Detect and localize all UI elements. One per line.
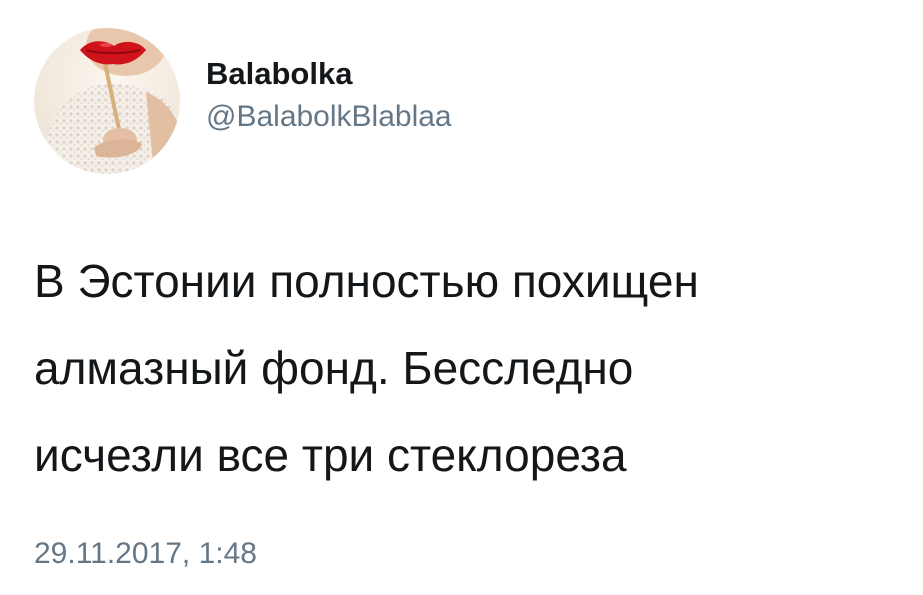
author-display-name[interactable]: Balabolka	[206, 55, 452, 92]
author-names: Balabolka @BalabolkBlablaa	[206, 55, 452, 136]
tweet-text-line: В Эстонии полностью похищен	[34, 255, 699, 307]
avatar-image	[34, 28, 180, 174]
tweet-text: В Эстонии полностью похищен алмазный фон…	[34, 238, 904, 499]
tweet-text-line: алмазный фонд. Бесследно	[34, 342, 634, 394]
tweet-text-line: исчезли все три стеклореза	[34, 429, 627, 481]
tweet-timestamp[interactable]: 29.11.2017, 1:48	[34, 537, 257, 571]
author-handle[interactable]: @BalabolkBlablaa	[206, 98, 452, 136]
tweet-card: Balabolka @BalabolkBlablaa В Эстонии пол…	[0, 0, 923, 595]
tweet-header: Balabolka @BalabolkBlablaa	[34, 28, 452, 174]
avatar[interactable]	[34, 28, 180, 174]
